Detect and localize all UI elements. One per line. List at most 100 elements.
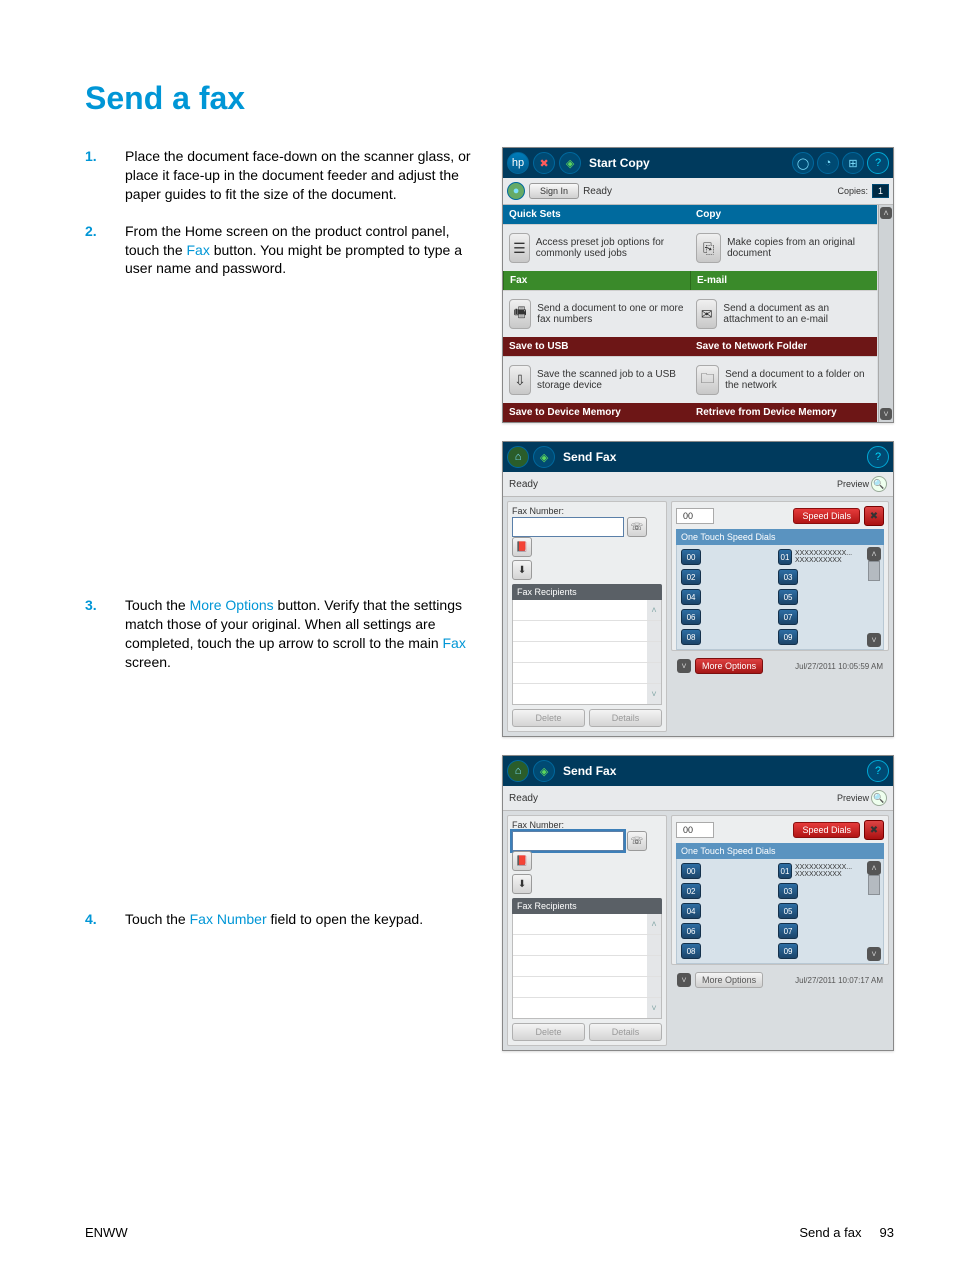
tile-saveusb[interactable]: Save to USB ⇩Save the scanned job to a U… xyxy=(503,337,690,403)
tile-email[interactable]: E-mail ✉Send a document as an attachment… xyxy=(690,271,877,337)
speed-list-value: 00 xyxy=(676,508,714,524)
speed-dial-06[interactable]: 06 xyxy=(681,609,768,625)
speed-dials-delete-icon[interactable]: ✖ xyxy=(864,506,884,526)
step-2: From the Home screen on the product cont… xyxy=(85,222,472,279)
magnify-icon[interactable]: 🔍 xyxy=(871,790,887,806)
start-icon[interactable]: ◈ xyxy=(533,760,555,782)
tile-head-copy: Copy xyxy=(690,205,877,224)
folder-icon: 🗀 xyxy=(696,365,719,395)
speed-dial-02[interactable]: 02 xyxy=(681,883,768,899)
start-icon[interactable]: ◈ xyxy=(559,152,581,174)
speed-dial-00[interactable]: 00 xyxy=(681,863,768,879)
network-icon[interactable]: ◯ xyxy=(792,152,814,174)
speed-dial-04[interactable]: 04 xyxy=(681,589,768,605)
tile-head-savenet: Save to Network Folder xyxy=(690,337,877,356)
help-icon[interactable]: ? xyxy=(867,760,889,782)
keypad-icon[interactable]: ☏ xyxy=(627,517,647,537)
scroll-up-icon[interactable]: ˄ xyxy=(647,600,661,620)
magnify-icon[interactable]: 🔍 xyxy=(871,476,887,492)
speed-dials-button[interactable]: Speed Dials xyxy=(793,822,860,838)
add-recipient-icon[interactable]: ⬇ xyxy=(512,874,532,894)
speed-dial-00[interactable]: 00 xyxy=(681,549,768,565)
tile-copy[interactable]: Copy ⎘Make copies from an original docum… xyxy=(690,205,877,271)
speed-dial-03[interactable]: 03 xyxy=(778,883,865,899)
scroll-down-icon[interactable]: ˅ xyxy=(880,408,892,420)
preview-label[interactable]: Preview xyxy=(837,479,869,489)
footer-section: Send a fax xyxy=(799,1225,861,1240)
keypad-icon[interactable]: ☏ xyxy=(627,831,647,851)
scroll-down-icon[interactable]: ˅ xyxy=(867,947,881,961)
footer-left: ENWW xyxy=(85,1225,128,1240)
scroll-down-icon[interactable]: ˅ xyxy=(867,633,881,647)
speed-dial-09[interactable]: 09 xyxy=(778,629,865,645)
copies-value[interactable]: 1 xyxy=(872,184,889,198)
speed-dial-07[interactable]: 07 xyxy=(778,923,865,939)
addressbook-icon[interactable]: 📕 xyxy=(512,537,532,557)
fax-icon: 🖷 xyxy=(509,299,531,329)
scroll-up-icon[interactable]: ˄ xyxy=(647,914,661,934)
speed-dial-grid: 00 01XXXXXXXXXXX... XXXXXXXXXX 02 03 04 … xyxy=(676,545,884,650)
tile-quicksets[interactable]: Quick Sets ☰Access preset job options fo… xyxy=(503,205,690,271)
tile-savedm[interactable]: Save to Device Memory xyxy=(503,403,690,422)
speed-dial-07[interactable]: 07 xyxy=(778,609,865,625)
details-button[interactable]: Details xyxy=(589,709,662,727)
speed-dial-scrollbar[interactable]: ˄ ˅ xyxy=(867,861,881,961)
screenshot-home: hp ✖ ◈ Start Copy ◯ ◔ ⊞ ? ● Sign In Read… xyxy=(502,147,894,423)
fax-number-label: Fax Number: xyxy=(512,506,564,516)
delete-button[interactable]: Delete xyxy=(512,709,585,727)
speed-dials-button[interactable]: Speed Dials xyxy=(793,508,860,524)
tile-fax[interactable]: Fax 🖷Send a document to one or more fax … xyxy=(503,271,690,337)
one-touch-header: One Touch Speed Dials xyxy=(676,529,884,545)
more-options-button[interactable]: More Options xyxy=(695,658,763,674)
details-button[interactable]: Details xyxy=(589,1023,662,1041)
tile-savenet[interactable]: Save to Network Folder 🗀Send a document … xyxy=(690,337,877,403)
sign-in-button[interactable]: Sign In xyxy=(529,183,579,199)
speed-dial-03[interactable]: 03 xyxy=(778,569,865,585)
scroll-up-icon[interactable]: ˄ xyxy=(867,547,881,561)
speed-dial-02[interactable]: 02 xyxy=(681,569,768,585)
addressbook-icon[interactable]: 📕 xyxy=(512,851,532,871)
tile-head-email: E-mail xyxy=(690,271,877,290)
more-options-button[interactable]: More Options xyxy=(695,972,763,988)
clock-icon[interactable]: ◔ xyxy=(817,152,839,174)
scroll-down-icon[interactable]: ˅ xyxy=(647,684,661,704)
speed-dial-08[interactable]: 08 xyxy=(681,629,768,645)
timestamp: Jul/27/2011 10:05:59 AM xyxy=(795,662,883,671)
start-icon[interactable]: ◈ xyxy=(533,446,555,468)
stop-icon[interactable]: ✖ xyxy=(533,152,555,174)
status-text: Ready xyxy=(583,186,612,197)
speed-dial-01[interactable]: 01XXXXXXXXXXX... XXXXXXXXXX xyxy=(778,863,865,879)
speed-dial-01[interactable]: 01XXXXXXXXXXX... XXXXXXXXXX xyxy=(778,549,865,565)
speed-dials-delete-icon[interactable]: ✖ xyxy=(864,820,884,840)
footer-page-number: 93 xyxy=(880,1225,894,1240)
delete-button[interactable]: Delete xyxy=(512,1023,585,1041)
fax-recipients-list[interactable]: ˄ ˅ xyxy=(512,600,662,705)
fax-recipients-list[interactable]: ˄ ˅ xyxy=(512,914,662,1019)
more-options-arrow-icon[interactable]: ˅ xyxy=(677,973,691,987)
scroll-down-icon[interactable]: ˅ xyxy=(647,998,661,1018)
preview-label[interactable]: Preview xyxy=(837,793,869,803)
step-4: Touch the Fax Number field to open the k… xyxy=(85,910,472,929)
home-icon[interactable]: ⌂ xyxy=(507,760,529,782)
scroll-up-icon[interactable]: ˄ xyxy=(867,861,881,875)
fax-number-input[interactable] xyxy=(512,831,624,851)
scroll-up-icon[interactable]: ˄ xyxy=(880,207,892,219)
speed-dial-04[interactable]: 04 xyxy=(681,903,768,919)
home-scrollbar[interactable]: ˄ ˅ xyxy=(878,205,893,422)
home-icon[interactable]: ⌂ xyxy=(507,446,529,468)
speed-dial-09[interactable]: 09 xyxy=(778,943,865,959)
speed-dial-08[interactable]: 08 xyxy=(681,943,768,959)
speed-dial-05[interactable]: 05 xyxy=(778,589,865,605)
fax-recipients-header: Fax Recipients xyxy=(512,584,662,600)
speed-dial-05[interactable]: 05 xyxy=(778,903,865,919)
hp-logo-icon: hp xyxy=(507,152,529,174)
speed-dial-06[interactable]: 06 xyxy=(681,923,768,939)
fax-number-input[interactable] xyxy=(512,517,624,537)
help-icon[interactable]: ? xyxy=(867,446,889,468)
speed-dial-scrollbar[interactable]: ˄ ˅ xyxy=(867,547,881,647)
add-recipient-icon[interactable]: ⬇ xyxy=(512,560,532,580)
tile-retrieve[interactable]: Retrieve from Device Memory xyxy=(690,403,877,422)
more-options-arrow-icon[interactable]: ˅ xyxy=(677,659,691,673)
lang-icon[interactable]: ⊞ xyxy=(842,152,864,174)
help-icon[interactable]: ? xyxy=(867,152,889,174)
